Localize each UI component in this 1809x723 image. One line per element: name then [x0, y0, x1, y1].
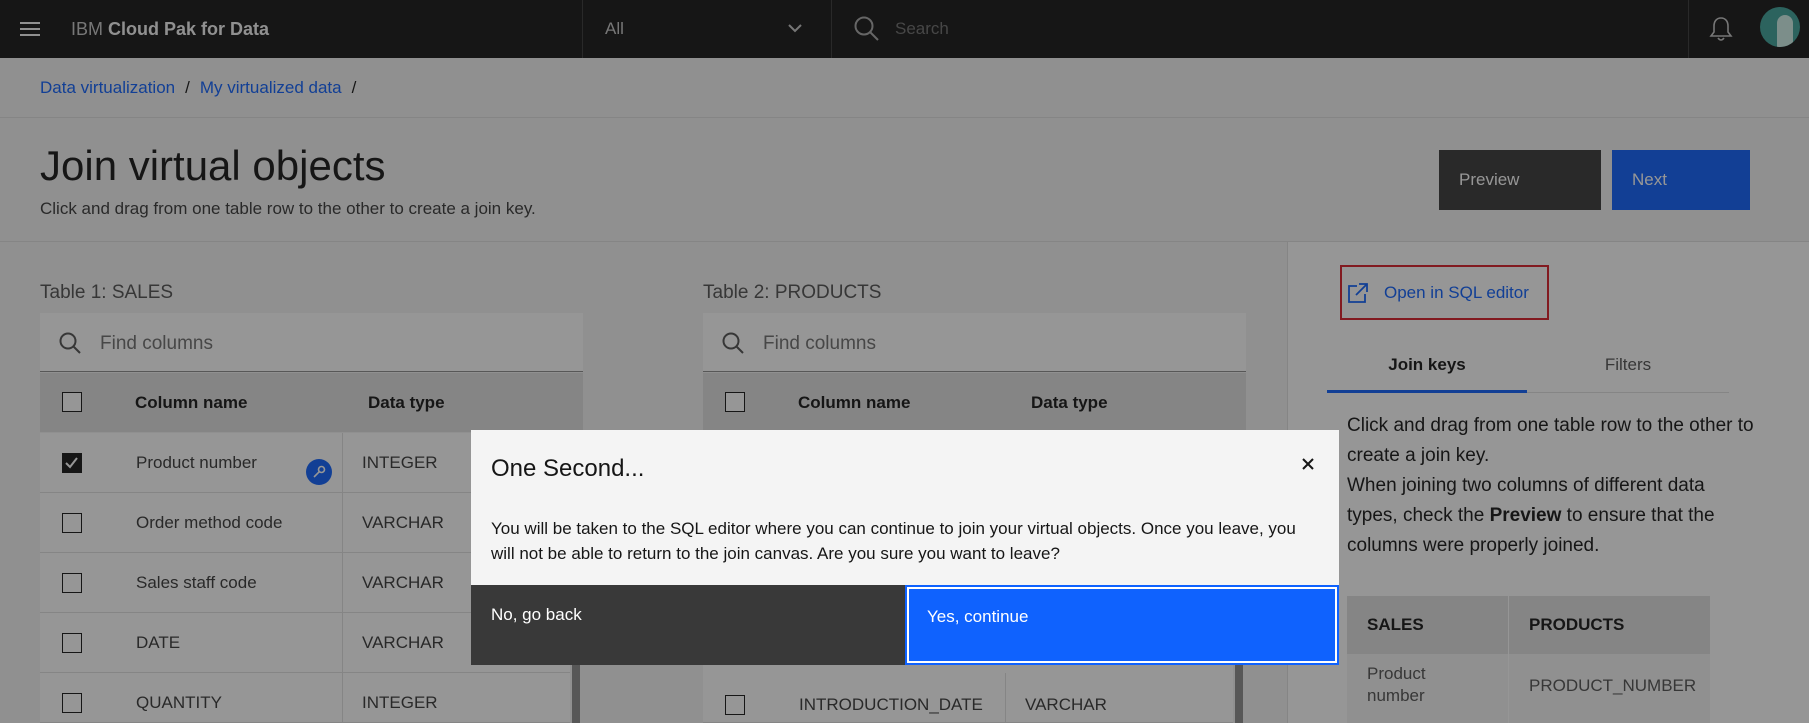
leave-confirmation-modal: One Second... You will be taken to the S…: [471, 430, 1339, 665]
yes-continue-button[interactable]: Yes, continue: [905, 585, 1339, 665]
no-go-back-button[interactable]: No, go back: [471, 585, 905, 665]
modal-body: You will be taken to the SQL editor wher…: [491, 519, 1296, 563]
close-icon[interactable]: [1293, 449, 1323, 479]
modal-title: One Second...: [491, 455, 645, 482]
